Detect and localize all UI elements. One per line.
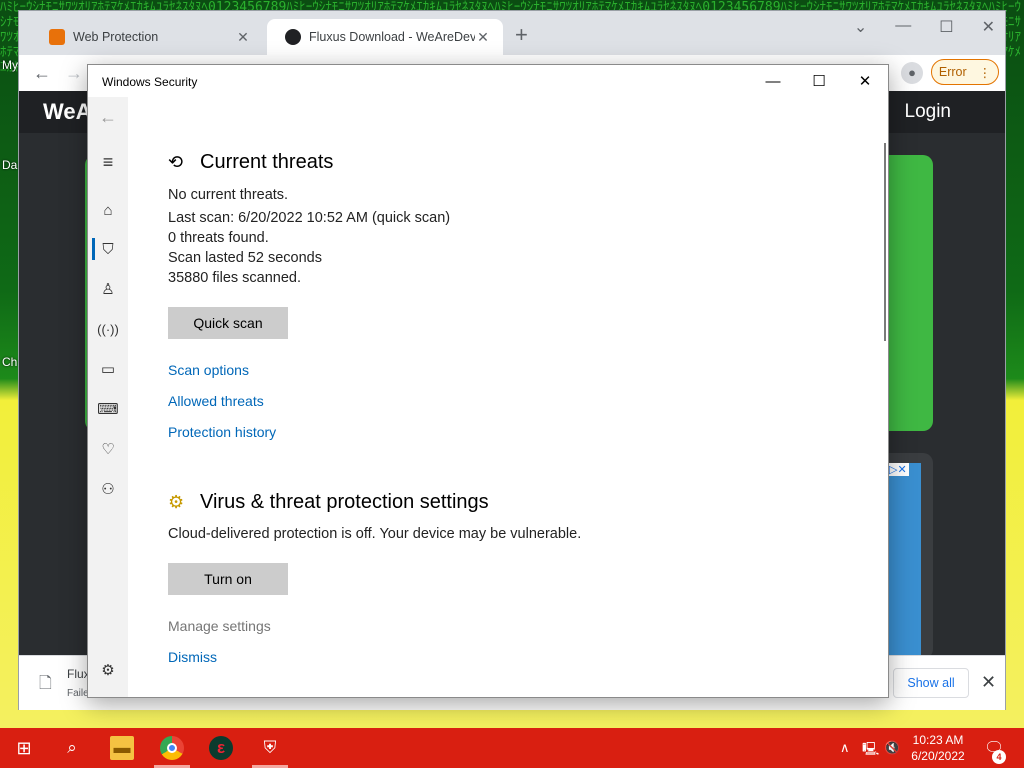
forward-arrow-icon[interactable]: →	[65, 63, 83, 84]
back-arrow-icon[interactable]: ←	[33, 63, 51, 84]
ad-close-icon[interactable]: ▷✕	[887, 463, 909, 476]
minimize-icon[interactable]: —	[895, 17, 911, 37]
new-tab-button[interactable]: +	[515, 24, 528, 46]
scan-options-link[interactable]: Scan options	[168, 362, 249, 378]
chevron-down-icon[interactable]: ⌄	[854, 17, 867, 37]
last-scan-text: Last scan: 6/20/2022 10:52 AM (quick sca…	[168, 210, 451, 226]
protection-history-link[interactable]: Protection history	[168, 424, 276, 440]
section-title: Virus & threat protection settings	[200, 491, 489, 513]
dismiss-link[interactable]: Dismiss	[168, 649, 217, 665]
settings-warning-icon: ⚙	[168, 492, 185, 512]
window-title: Windows Security	[102, 75, 198, 89]
menu-icon[interactable]: ≡	[88, 147, 128, 177]
device-security-icon[interactable]: ⌨	[88, 394, 128, 424]
family-icon[interactable]: ⚇	[88, 474, 128, 504]
clock-date: 6/20/2022	[911, 749, 965, 763]
turn-on-button[interactable]: Turn on	[168, 563, 288, 595]
tab-label: Web Protection	[73, 30, 159, 44]
maximize-icon[interactable]: ☐	[939, 17, 953, 37]
close-icon[interactable]: ✕	[982, 17, 995, 37]
file-explorer-icon[interactable]: ▬	[110, 736, 134, 760]
allowed-threats-link[interactable]: Allowed threats	[168, 393, 264, 409]
threat-status-text: No current threats.	[168, 187, 289, 203]
volume-muted-icon[interactable]: 🔇	[884, 740, 900, 756]
tab-label: Fluxus Download - WeAreDevs	[309, 30, 475, 44]
main-content: ⟲ Current threats No current threats. La…	[168, 97, 868, 697]
more-vert-icon: ⋮	[978, 65, 992, 80]
site-favicon-icon	[285, 29, 301, 45]
close-icon[interactable]: ✕	[842, 71, 888, 93]
windows-security-window: Windows Security — ☐ ✕ ← ≡ ⌂ ⛉ ♙ ((·)) ▭…	[87, 64, 889, 698]
scan-history-icon: ⟲	[168, 152, 184, 172]
protection-settings-header: ⚙ Virus & threat protection settings	[168, 491, 489, 514]
error-label: Error	[938, 65, 967, 79]
chrome-icon[interactable]	[160, 736, 184, 760]
desktop-icon-label[interactable]: My	[2, 58, 18, 72]
network-icon[interactable]: 🖳	[862, 740, 879, 762]
close-icon[interactable]: ✕	[475, 29, 491, 46]
scrollbar-thumb[interactable]	[884, 143, 886, 341]
error-button[interactable]: Error ⋮	[931, 59, 999, 85]
minimize-icon[interactable]: —	[750, 71, 796, 93]
file-icon: 🗋	[39, 675, 52, 692]
show-all-button[interactable]: Show all	[893, 668, 969, 698]
cloud-protection-warning: Cloud-delivered protection is off. Your …	[168, 526, 582, 542]
login-link[interactable]: Login	[905, 101, 952, 123]
tab-fluxus-download[interactable]: Fluxus Download - WeAreDevs ✕	[267, 19, 503, 55]
quick-scan-button[interactable]: Quick scan	[168, 307, 288, 339]
firewall-icon[interactable]: ((·))	[88, 314, 128, 344]
app-browser-icon[interactable]: ▭	[88, 354, 128, 384]
search-icon[interactable]: ⌕	[60, 736, 84, 760]
section-title: Current threats	[200, 151, 334, 173]
taskbar: ⊞ ⌕ ▬ ε ⛨ ∧ 🖳 🔇 10:23 AM 6/20/2022 🗨 4	[0, 728, 1024, 768]
system-clock[interactable]: 10:23 AM 6/20/2022	[905, 732, 971, 764]
chevron-up-icon[interactable]: ∧	[840, 740, 850, 756]
notification-count-badge: 4	[992, 750, 1006, 764]
title-bar: Windows Security — ☐ ✕	[88, 65, 888, 97]
settings-icon[interactable]: ⚙	[88, 655, 128, 685]
desktop-icon-label[interactable]: Da	[2, 158, 17, 172]
scan-duration-text: Scan lasted 52 seconds	[168, 250, 322, 266]
download-status: Faile	[67, 688, 89, 699]
windows-security-shield-icon[interactable]: ⛨	[258, 736, 282, 760]
tab-web-protection[interactable]: Web Protection ✕	[31, 19, 263, 55]
app-e-icon[interactable]: ε	[209, 736, 233, 760]
close-icon[interactable]: ✕	[235, 29, 251, 46]
windows-start-icon[interactable]: ⊞	[12, 736, 36, 760]
clock-time: 10:23 AM	[912, 733, 964, 747]
health-icon[interactable]: ♡	[88, 434, 128, 464]
sidebar: ← ≡ ⌂ ⛉ ♙ ((·)) ▭ ⌨ ♡ ⚇ ⚙	[88, 97, 128, 697]
lock-icon	[49, 29, 65, 45]
manage-settings-link[interactable]: Manage settings	[168, 618, 271, 634]
home-icon[interactable]: ⌂	[88, 195, 128, 225]
site-logo[interactable]: WeA	[43, 99, 92, 125]
threats-found-text: 0 threats found.	[168, 230, 269, 246]
files-scanned-text: 35880 files scanned.	[168, 270, 302, 286]
desktop-icon-label[interactable]: Ch	[2, 355, 17, 369]
current-threats-header: ⟲ Current threats	[168, 151, 333, 174]
tab-strip: Web Protection ✕ Fluxus Download - WeAre…	[19, 11, 1005, 55]
browser-window-controls: ⌄ — ☐ ✕	[854, 17, 995, 37]
account-icon[interactable]: ♙	[88, 274, 128, 304]
maximize-icon[interactable]: ☐	[796, 71, 842, 93]
profile-avatar-icon[interactable]: ●	[901, 62, 923, 84]
back-icon[interactable]: ←	[88, 102, 128, 132]
close-icon[interactable]: ✕	[981, 672, 996, 693]
shield-icon[interactable]: ⛉	[88, 234, 128, 264]
